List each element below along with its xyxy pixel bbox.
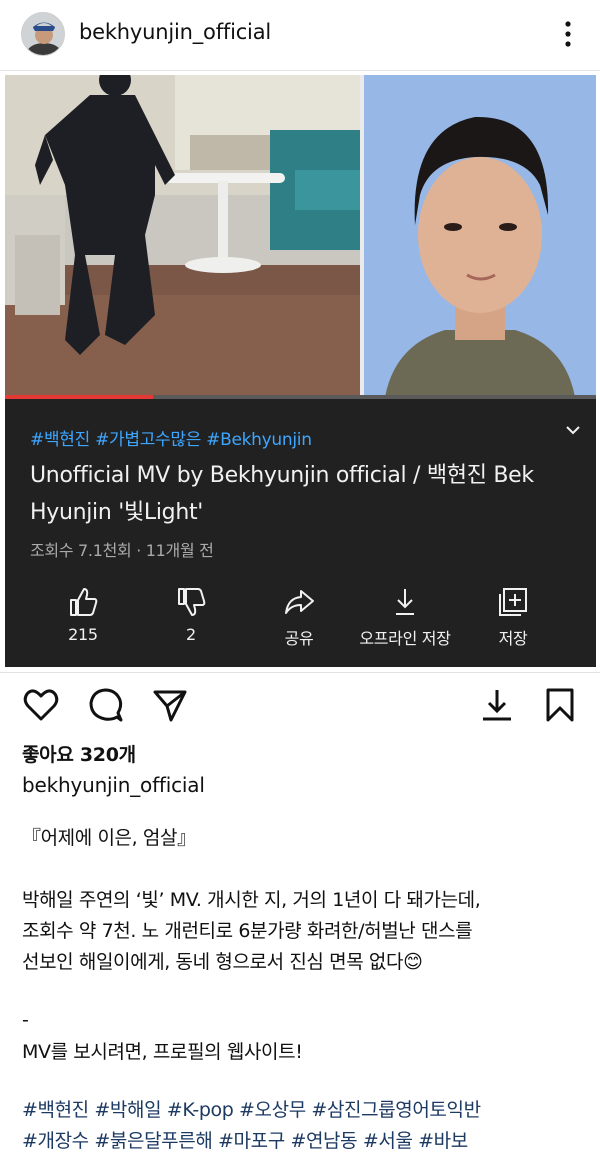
avatar[interactable] [21,12,65,56]
video-progress-bar[interactable] [5,395,596,399]
share-icon[interactable] [151,686,189,724]
add-to-playlist-icon [499,588,527,616]
comment-icon[interactable] [87,686,125,724]
share-button[interactable]: 공유 [244,580,354,650]
caption-line: 『어제에 이은, 엄살』 [22,827,196,849]
caption-username[interactable]: bekhyunjin_official [22,773,205,797]
video-thumbnail[interactable] [5,75,596,397]
likes-count[interactable]: 좋아요 320개 [22,740,136,767]
media-divider [0,672,600,673]
video-progress-fill [5,395,153,399]
caption-line: 조회수 약 7천. 노 개런티로 6분가량 화려한/허벌난 댄스를 [22,920,473,942]
like-count: 215 [68,625,98,644]
offline-save-button[interactable]: 오프라인 저장 [350,580,460,650]
like-button[interactable]: 215 [28,580,138,650]
more-vertical-icon[interactable] [556,18,580,50]
share-label: 공유 [284,629,314,648]
dislike-button[interactable]: 2 [136,580,246,650]
video-title: Unofficial MV by Bekhyunjin official / 백… [30,463,534,525]
bookmark-icon[interactable] [541,686,579,724]
heart-icon[interactable] [22,686,60,724]
offline-save-label: 오프라인 저장 [359,629,451,648]
save-button[interactable]: 저장 [458,580,568,650]
caption-line: 박해일 주연의 ‘빛’ MV. 개시한 지, 거의 1년이 다 돼가는데, [22,889,481,911]
video-meta: 조회수 7.1천회 · 11개월 전 [30,541,214,560]
video-action-bar: 215 2 공유 오프라인 저장 저장 [5,580,596,650]
dislike-count: 2 [186,625,196,644]
caption-line: 선보인 해일이에게, 동네 형으로서 진심 면목 없다😊 [22,951,423,973]
share-arrow-icon [285,590,314,614]
caption-line: MV를 보시려면, 프로필의 웹사이트! [22,1041,303,1063]
thumbs-up-icon [70,588,98,616]
caption-line: - [22,1009,29,1031]
hashtags-line[interactable]: #개장수 #붉은달푸른해 #마포구 #연남동 #서울 #바보 [22,1126,468,1157]
header-divider [0,70,600,71]
download-icon [396,589,414,615]
post-header: bekhyunjin_official [0,0,600,68]
thumbs-down-icon [178,588,206,616]
youtube-screenshot[interactable]: #백현진 #가볍고수많은 #Bekhyunjin Unofficial MV b… [5,75,596,667]
save-label: 저장 [498,629,528,648]
download-icon[interactable] [478,686,516,724]
video-hashtags[interactable]: #백현진 #가볍고수많은 #Bekhyunjin [30,425,312,450]
chevron-down-icon[interactable] [563,420,583,440]
post-username[interactable]: bekhyunjin_official [79,20,271,44]
hashtags-line[interactable]: #백현진 #박해일 #K-pop #오상무 #삼진그룹영어토익반 [22,1095,481,1126]
